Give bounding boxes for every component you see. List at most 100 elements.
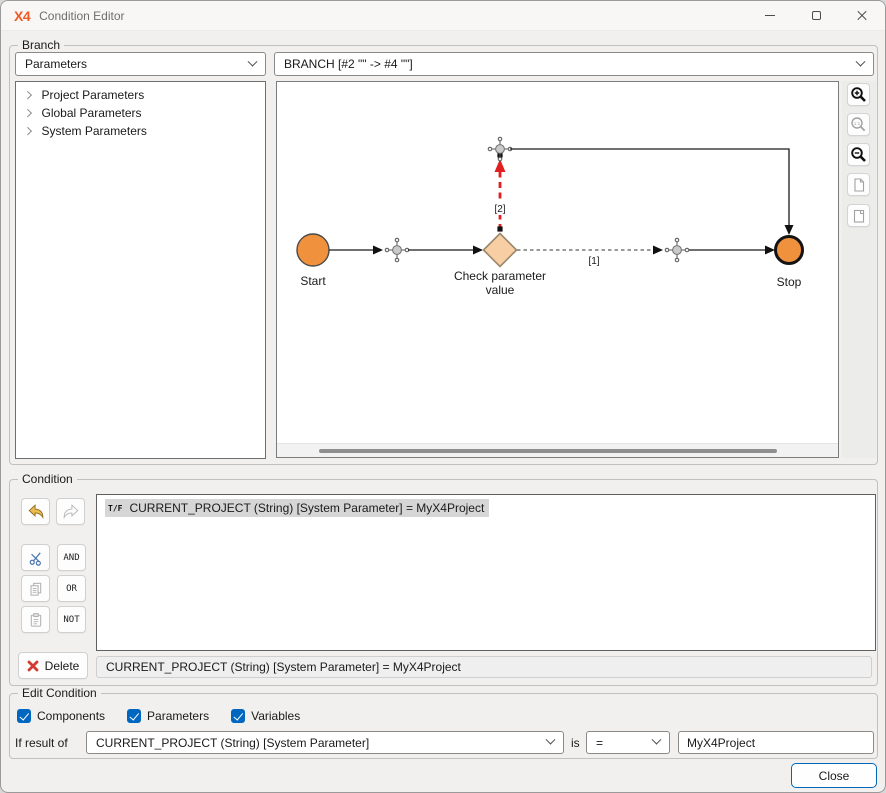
branch-type-value: Parameters bbox=[25, 57, 87, 71]
workflow-canvas[interactable]: [2] [1] bbox=[276, 81, 839, 458]
checkbox-checked-icon bbox=[17, 709, 31, 723]
edge-connector[interactable] bbox=[385, 238, 409, 262]
variables-label: Variables bbox=[251, 709, 300, 723]
zoom-in-button[interactable] bbox=[847, 83, 870, 106]
paste-button[interactable] bbox=[21, 606, 50, 633]
close-button-label: Close bbox=[819, 769, 850, 783]
checkbox-checked-icon bbox=[231, 709, 245, 723]
redo-button[interactable] bbox=[56, 498, 85, 525]
and-label: AND bbox=[63, 553, 79, 563]
edge-label-1: [1] bbox=[588, 256, 599, 267]
undo-icon bbox=[27, 504, 45, 519]
operator-value: = bbox=[596, 736, 603, 750]
start-node[interactable] bbox=[297, 234, 329, 266]
window-controls bbox=[747, 1, 885, 30]
copy-icon bbox=[28, 581, 44, 597]
zoom-100-icon: 1:1 bbox=[850, 116, 867, 133]
fit-width-button[interactable] bbox=[847, 204, 870, 227]
branch-type-select[interactable]: Parameters bbox=[15, 52, 266, 76]
chevron-down-icon bbox=[546, 735, 556, 745]
delete-label: Delete bbox=[45, 659, 80, 673]
condition-item-text: CURRENT_PROJECT (String) [System Paramet… bbox=[129, 501, 484, 515]
edit-condition-group-label: Edit Condition bbox=[18, 686, 101, 700]
parameters-tree[interactable]: Project Parameters Global Parameters Sys… bbox=[15, 81, 266, 459]
compare-value-input[interactable] bbox=[678, 731, 874, 754]
or-button[interactable]: OR bbox=[57, 575, 86, 602]
fit-page-button[interactable] bbox=[847, 173, 870, 196]
if-result-of-label: If result of bbox=[15, 736, 68, 750]
chevron-down-icon bbox=[856, 56, 866, 66]
condition-group-label: Condition bbox=[18, 472, 77, 486]
true-false-icon: T/F bbox=[108, 504, 122, 513]
stop-node-label: Stop bbox=[777, 275, 802, 289]
selected-edge-branch2[interactable]: [2] bbox=[490, 152, 510, 231]
tree-item-system-parameters[interactable]: System Parameters bbox=[16, 122, 265, 140]
undo-button[interactable] bbox=[21, 498, 50, 525]
zoom-out-icon bbox=[850, 146, 867, 163]
x4-logo: X4 bbox=[14, 8, 30, 24]
window-title: Condition Editor bbox=[39, 9, 124, 23]
chevron-right-icon bbox=[24, 127, 32, 135]
branch-group-label: Branch bbox=[18, 38, 64, 52]
condition-list[interactable]: T/F CURRENT_PROJECT (String) [System Par… bbox=[96, 494, 876, 651]
cut-button[interactable] bbox=[21, 544, 50, 571]
close-icon bbox=[856, 10, 868, 22]
operator-select[interactable]: = bbox=[586, 731, 670, 754]
checkbox-checked-icon bbox=[127, 709, 141, 723]
variables-checkbox[interactable]: Variables bbox=[231, 709, 300, 723]
maximize-button[interactable] bbox=[793, 1, 839, 30]
chevron-right-icon bbox=[24, 91, 32, 99]
zoom-out-button[interactable] bbox=[847, 143, 870, 166]
not-label: NOT bbox=[63, 615, 79, 625]
condition-editor-window: X4 Condition Editor Branch Parameters Pr… bbox=[0, 0, 886, 793]
or-label: OR bbox=[66, 584, 77, 594]
edge-connector[interactable] bbox=[665, 238, 689, 262]
not-button[interactable]: NOT bbox=[57, 606, 86, 633]
and-button[interactable]: AND bbox=[57, 544, 86, 571]
zoom-100-button[interactable]: 1:1 bbox=[847, 113, 870, 136]
decision-node-label-line1: Check parameter bbox=[454, 269, 546, 283]
delete-button[interactable]: Delete bbox=[18, 652, 88, 679]
result-of-select[interactable]: CURRENT_PROJECT (String) [System Paramet… bbox=[86, 731, 564, 754]
is-label: is bbox=[571, 736, 580, 750]
branch-select-value: BRANCH [#2 "" -> #4 ""] bbox=[284, 57, 413, 71]
tree-item-label: System Parameters bbox=[42, 124, 147, 138]
minimize-button[interactable] bbox=[747, 1, 793, 30]
decision-node[interactable] bbox=[484, 234, 517, 267]
chevron-down-icon bbox=[248, 56, 258, 66]
delete-x-icon bbox=[27, 660, 39, 672]
decision-node-label-line2: value bbox=[486, 283, 515, 297]
branch-select[interactable]: BRANCH [#2 "" -> #4 ""] bbox=[274, 52, 874, 76]
copy-button[interactable] bbox=[21, 575, 50, 602]
titlebar: X4 Condition Editor bbox=[1, 1, 885, 31]
filter-checkbox-row: Components Parameters Variables bbox=[17, 709, 300, 723]
condition-list-item-selected[interactable]: T/F CURRENT_PROJECT (String) [System Par… bbox=[105, 499, 489, 517]
cut-icon bbox=[28, 550, 44, 566]
components-label: Components bbox=[37, 709, 105, 723]
workflow-diagram: [2] [1] bbox=[277, 82, 838, 442]
canvas-horizontal-scrollbar[interactable] bbox=[277, 443, 838, 457]
tree-item-global-parameters[interactable]: Global Parameters bbox=[16, 104, 265, 122]
tree-item-label: Project Parameters bbox=[42, 88, 145, 102]
close-window-button[interactable] bbox=[839, 1, 885, 30]
chevron-right-icon bbox=[24, 109, 32, 117]
close-button[interactable]: Close bbox=[791, 763, 877, 788]
scrollbar-thumb[interactable] bbox=[319, 449, 777, 453]
page-outline-icon bbox=[851, 208, 867, 224]
tree-item-project-parameters[interactable]: Project Parameters bbox=[16, 86, 265, 104]
parameters-checkbox[interactable]: Parameters bbox=[127, 709, 209, 723]
result-of-value: CURRENT_PROJECT (String) [System Paramet… bbox=[96, 736, 369, 750]
minimize-icon bbox=[765, 15, 775, 16]
parameters-label: Parameters bbox=[147, 709, 209, 723]
start-node-label: Start bbox=[300, 274, 326, 288]
svg-text:1:1: 1:1 bbox=[854, 121, 861, 126]
edge-label-2: [2] bbox=[494, 204, 505, 215]
canvas-toolbar bbox=[842, 81, 876, 458]
components-checkbox[interactable]: Components bbox=[17, 709, 105, 723]
maximize-icon bbox=[812, 11, 821, 20]
stop-node[interactable] bbox=[776, 237, 803, 264]
zoom-in-icon bbox=[850, 86, 867, 103]
edge-connector[interactable] bbox=[488, 137, 512, 161]
paste-icon bbox=[28, 612, 44, 628]
chevron-down-icon bbox=[652, 735, 662, 745]
